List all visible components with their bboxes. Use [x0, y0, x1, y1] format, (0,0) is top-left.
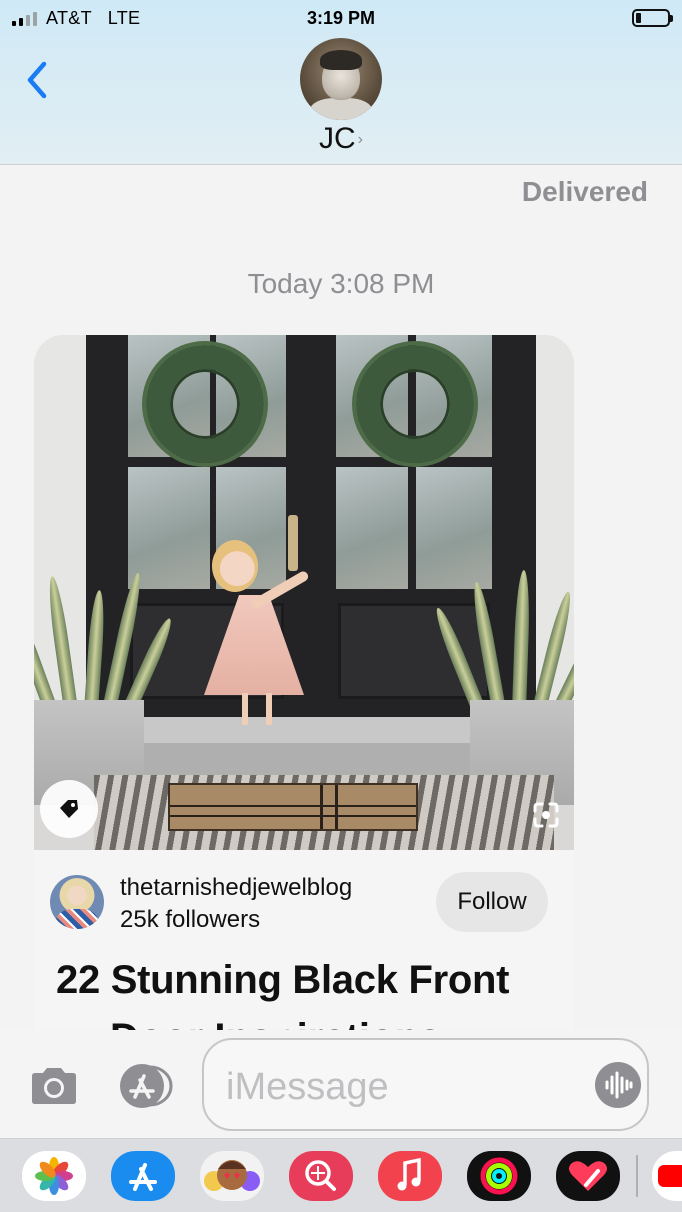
- music-app-button[interactable]: [378, 1151, 442, 1201]
- delivered-status: Delivered: [521, 176, 648, 207]
- pin-title-line-1: 22 Stunning Black Front: [56, 958, 510, 1002]
- status-bar: AT&T LTE 3:19 PM: [0, 6, 682, 30]
- imessage-app-drawer: [0, 1138, 682, 1212]
- photos-app-button[interactable]: [22, 1151, 86, 1201]
- audio-message-icon: [605, 1071, 633, 1099]
- author-avatar[interactable]: [50, 875, 104, 929]
- heart-icon: [569, 1161, 607, 1191]
- message-timestamp: Today 3:08 PM: [0, 268, 682, 300]
- chevron-left-icon: [27, 61, 47, 99]
- youtube-icon: [658, 1165, 682, 1187]
- activity-rings-icon: [480, 1157, 518, 1195]
- contact-avatar[interactable]: [300, 38, 382, 120]
- image-search-icon: [305, 1160, 336, 1191]
- memoji-app-button[interactable]: [200, 1151, 264, 1201]
- back-button[interactable]: [22, 60, 56, 100]
- contact-name: JC: [319, 122, 356, 155]
- camera-icon: [32, 1068, 76, 1104]
- message-input[interactable]: iMessage: [202, 1038, 649, 1131]
- pin-details: thetarnishedjewelblog 25k followers Foll…: [34, 850, 574, 1030]
- compose-bar: iMessage: [0, 1030, 682, 1138]
- activity-app-button[interactable]: [467, 1151, 531, 1201]
- app-store-button[interactable]: [116, 1064, 174, 1108]
- conversation-header: AT&T LTE 3:19 PM JC ›: [0, 0, 682, 165]
- camera-button[interactable]: [28, 1066, 80, 1106]
- visual-search-icon: [533, 802, 559, 828]
- image-search-app-button[interactable]: [289, 1151, 353, 1201]
- timestamp-day: Today: [247, 268, 323, 299]
- drawer-divider: [636, 1155, 638, 1197]
- timestamp-time: 3:08 PM: [330, 268, 435, 299]
- chevron-right-icon: ›: [357, 131, 363, 148]
- digital-touch-app-button[interactable]: [556, 1151, 620, 1201]
- visual-search-button[interactable]: [532, 801, 560, 829]
- memoji-icon: [204, 1160, 260, 1191]
- preview-image[interactable]: [34, 335, 574, 850]
- photos-icon: [35, 1157, 73, 1195]
- author-name[interactable]: thetarnishedjewelblog: [120, 874, 352, 902]
- audio-message-button[interactable]: [595, 1062, 641, 1108]
- app-store-icon: [120, 1064, 173, 1108]
- app-store-app-button[interactable]: [111, 1151, 175, 1201]
- contact-name-button[interactable]: JC ›: [0, 122, 682, 156]
- follower-count: 25k followers: [120, 906, 261, 933]
- tag-icon: [60, 800, 78, 818]
- battery-icon: [632, 9, 673, 27]
- pinterest-link-preview[interactable]: thetarnishedjewelblog 25k followers Foll…: [34, 335, 574, 1030]
- app-store-app-icon: [129, 1163, 157, 1191]
- pin-title-line-2: Door Inspirations: [110, 1016, 441, 1030]
- follow-button[interactable]: Follow: [436, 872, 548, 932]
- shop-tag-button[interactable]: [40, 780, 98, 838]
- message-input-placeholder: iMessage: [226, 1066, 389, 1108]
- status-time: 3:19 PM: [306, 8, 376, 28]
- youtube-app-button[interactable]: [652, 1151, 682, 1201]
- music-note-icon: [397, 1157, 421, 1191]
